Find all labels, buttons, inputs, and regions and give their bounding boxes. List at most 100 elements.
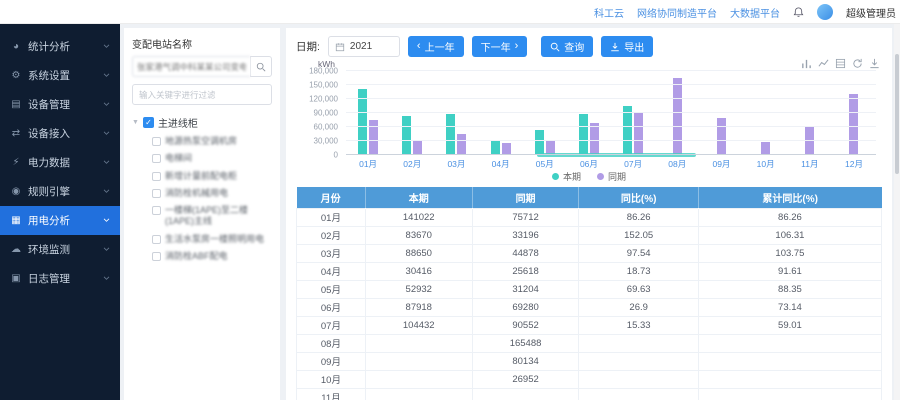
table-cell: 30416 [365,262,472,280]
sidebar-item-system-settings[interactable]: ⚙系统设置 [0,61,120,90]
chevron-down-icon [103,276,110,281]
chevron-down-icon [103,131,110,136]
bar-series-1 [634,113,643,155]
sidebar-item-log-management[interactable]: ▣日志管理 [0,264,120,293]
avatar[interactable] [817,4,833,20]
table-header-cell: 同期 [472,187,579,208]
checkbox-unchecked[interactable] [152,137,161,146]
bar-series-1 [369,120,378,155]
tree-node[interactable]: 地源热泵空调机房 [152,136,272,147]
legend-label: 本期 [563,170,581,183]
legend-item[interactable]: 同期 [597,170,626,183]
table-cell: 69280 [472,298,579,316]
tree-node[interactable]: 一楼梯(1APE)至二楼(1APE)主线 [152,205,272,228]
tree-node[interactable]: 生活水泵房一楼照明用电 [152,234,272,245]
export-button[interactable]: 导出 [601,36,653,57]
query-toolbar: 日期: 2021 ‹ 上一年 下一年 › 查询 导出 [296,36,882,57]
access-icon: ⇄ [10,128,22,139]
bar-series-0 [402,116,411,155]
x-tick-label: 05月 [523,158,567,170]
bell-icon[interactable] [793,6,804,18]
table-cell: 80134 [472,352,579,370]
checkbox-unchecked[interactable] [152,206,161,215]
table-cell: 86.26 [698,208,881,226]
sidebar-item-device-access[interactable]: ⇄ 设备接入 [0,119,120,148]
tree-node[interactable]: 新增计量前配电柜 [152,171,272,182]
chevron-down-icon [103,218,110,223]
legend-item[interactable]: 本期 [552,170,581,183]
nav-link-bigdata-platform[interactable]: 大数据平台 [730,5,780,20]
rules-icon: ◉ [10,186,22,197]
table-cell: 09月 [297,352,366,370]
bar-series-1 [457,134,466,155]
checkbox-unchecked[interactable] [152,252,161,261]
tree-children: 地源热泵空调机房电梯间新增计量前配电柜消防栓机械用电一楼梯(1APE)至二楼(1… [152,136,272,262]
x-tick-label: 07月 [611,158,655,170]
checkbox-unchecked[interactable] [152,235,161,244]
table-header-cell: 本期 [365,187,472,208]
table-row: 01月1410227571286.2686.26 [297,208,882,226]
x-tick-label: 12月 [832,158,876,170]
sidebar-item-label: 规则引擎 [28,184,70,199]
tree-root-node[interactable]: ▼ ✓ 主进线柜 [132,115,272,130]
prev-year-button[interactable]: ‹ 上一年 [408,36,464,57]
checkbox-unchecked[interactable] [152,189,161,198]
nav-link-kegongyun[interactable]: 科工云 [594,5,624,20]
tree-node-label: 一楼梯(1APE)至二楼(1APE)主线 [165,205,272,228]
page-scrollbar[interactable] [894,24,900,400]
sidebar-item-label: 环境监测 [28,242,70,257]
checkbox-checked[interactable]: ✓ [143,117,154,128]
tree-node-label: 新增计量前配电柜 [165,171,237,182]
sidebar-item-statistics[interactable]: ◕统计分析 [0,32,120,61]
checkbox-unchecked[interactable] [152,172,161,181]
tree-filter-input[interactable] [132,84,272,105]
sidebar-item-environment-monitor[interactable]: ☁环境监测 [0,235,120,264]
bar-series-0 [358,89,367,155]
tree-node[interactable]: 电梯间 [152,153,272,164]
x-tick-label: 06月 [567,158,611,170]
checkbox-unchecked[interactable] [152,154,161,163]
bar-series-1 [849,94,858,155]
table-header-cell: 同比(%) [579,187,698,208]
table-header-cell: 月份 [297,187,366,208]
sidebar-item-device-management[interactable]: ▤设备管理 [0,90,120,119]
table-cell: 90552 [472,316,579,334]
user-name[interactable]: 超级管理员 [846,5,896,20]
tree-node-label: 消防栓ABF配电 [165,251,228,262]
gridline [346,140,876,141]
sidebar-item-power-data[interactable]: ⚡电力数据 [0,148,120,177]
next-year-button[interactable]: 下一年 › [472,36,528,57]
bar-series-0 [623,106,632,155]
table-cell [579,352,698,370]
caret-down-icon[interactable]: ▼ [132,119,139,126]
search-icon [256,62,266,72]
nav-link-collab-platform[interactable]: 网络协同制造平台 [637,5,717,20]
sidebar-item-rule-engine[interactable]: ◉ 规则引擎 [0,177,120,206]
table-cell: 05月 [297,280,366,298]
station-search-input[interactable] [132,56,250,77]
query-button[interactable]: 查询 [541,36,593,57]
station-search-button[interactable] [250,56,272,77]
table-cell: 18.73 [579,262,698,280]
substation-panel: 变配电站名称 ▼ ✓ 主进线柜 地源热泵空调机房电梯间新增计量前配电柜消防栓机械… [124,28,280,400]
chevron-down-icon [103,189,110,194]
table-row: 04月304162561818.7391.61 [297,262,882,280]
table-cell: 33196 [472,226,579,244]
sidebar-item-label: 设备接入 [28,126,70,141]
tree-node[interactable]: 消防栓ABF配电 [152,251,272,262]
bar-series-0 [446,114,455,155]
tree-node-label: 消防栓机械用电 [165,188,228,199]
year-picker[interactable]: 2021 [328,36,400,57]
bar-series-0 [535,130,544,155]
table-header-row: 月份本期同期同比(%)累计同比(%) [297,187,882,208]
table-row: 06月879186928026.973.14 [297,298,882,316]
tree-node-label: 地源热泵空调机房 [165,136,237,147]
table-row: 02月8367033196152.05106.31 [297,226,882,244]
tree-node[interactable]: 消防栓机械用电 [152,188,272,199]
sidebar-item-power-analysis[interactable]: ▦用电分析 [0,206,120,235]
bar-series-1 [717,118,726,155]
gridline [346,112,876,113]
top-nav: 科工云 网络协同制造平台 大数据平台 超级管理员 [594,0,896,24]
sidebar-item-label: 电力数据 [28,155,70,170]
scrollbar-thumb[interactable] [895,54,899,174]
